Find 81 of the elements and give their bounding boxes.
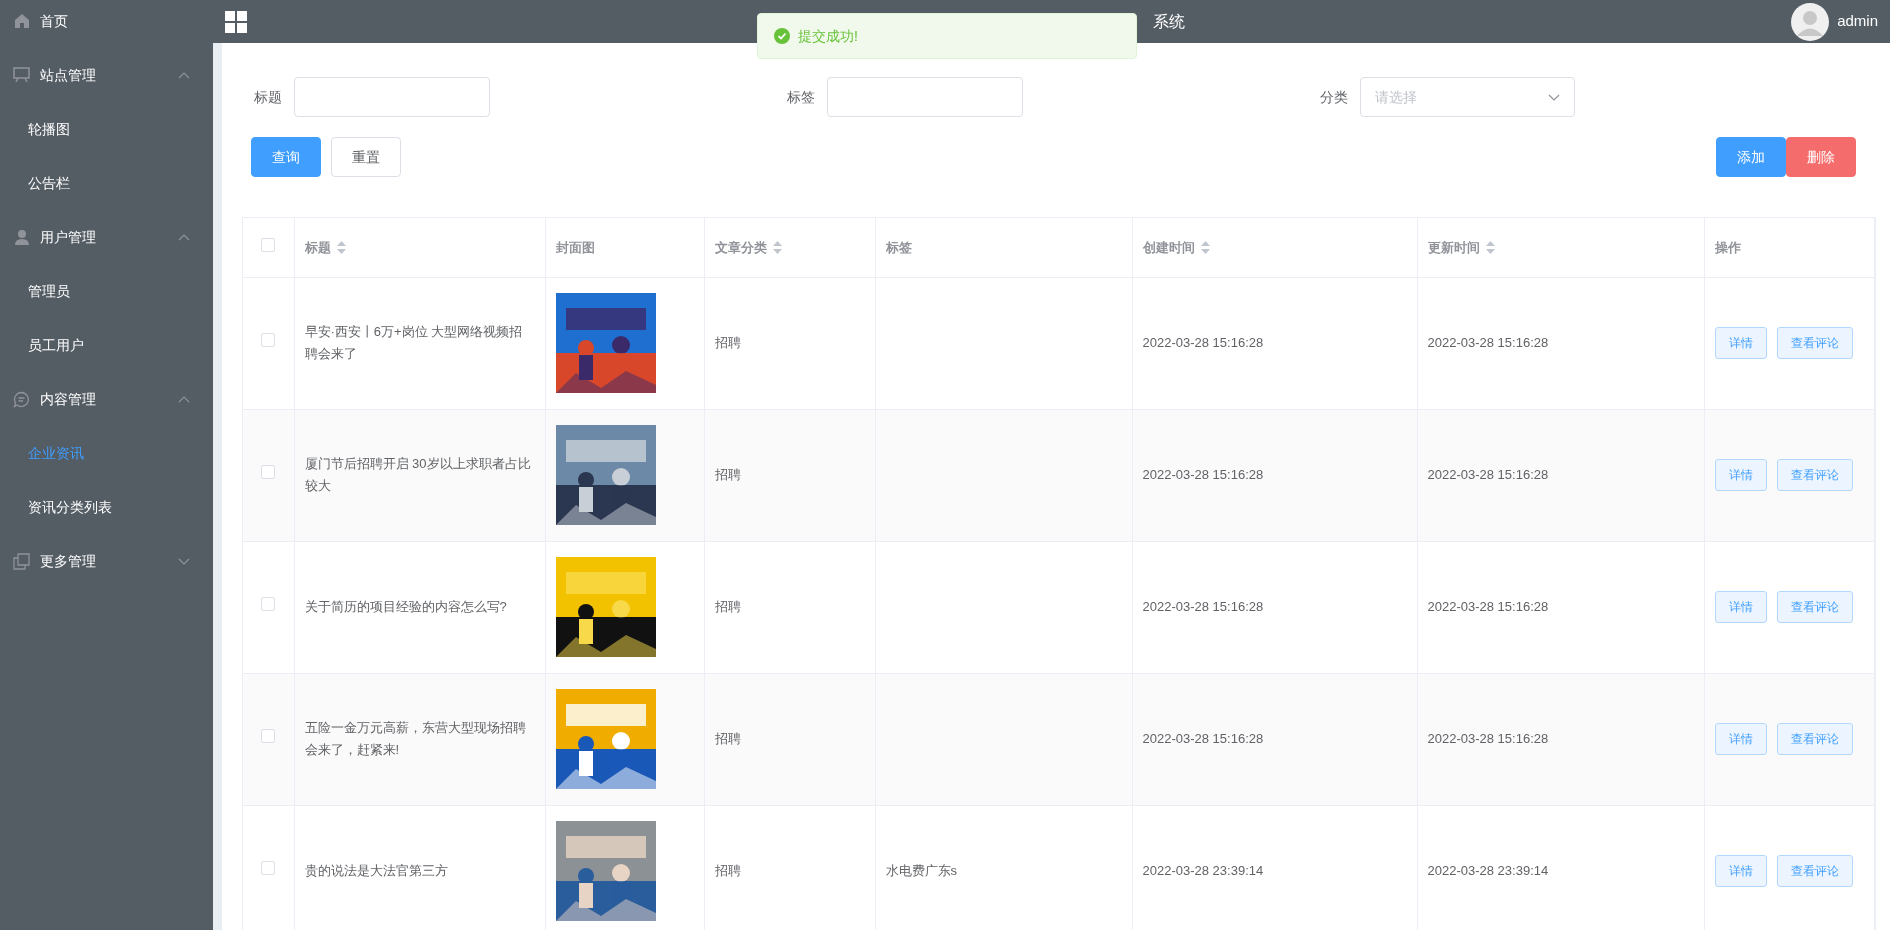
details-button[interactable]: 详情 bbox=[1714, 591, 1767, 623]
toast-message: 提交成功! bbox=[798, 26, 858, 46]
select-field[interactable]: 请选择 bbox=[1360, 77, 1575, 117]
submenu-item[interactable]: 轮播图 bbox=[0, 102, 213, 156]
home-icon bbox=[13, 13, 30, 29]
sort-icon[interactable] bbox=[772, 240, 782, 254]
table-cell: 2022-03-28 15:16:28 bbox=[1142, 599, 1264, 614]
field-label: 分类 bbox=[1320, 87, 1348, 107]
board-icon bbox=[13, 67, 30, 83]
input-field[interactable] bbox=[827, 77, 1023, 117]
submenu-item[interactable]: 资讯分类列表 bbox=[0, 480, 213, 534]
table-cell: 2022-03-28 15:16:28 bbox=[1142, 467, 1264, 482]
table-cell: 2022-03-28 15:16:28 bbox=[1427, 335, 1549, 350]
details-button[interactable]: 详情 bbox=[1714, 855, 1767, 887]
column-header: 标签 bbox=[885, 238, 912, 257]
table-cell: 厦门节后招聘开启 30岁以上求职者占比较大 bbox=[304, 456, 531, 493]
table-cell: 五险一金万元高薪，东营大型现场招聘会来了，赶紧来! bbox=[304, 720, 526, 757]
submenu-item[interactable]: 企业资讯 bbox=[0, 426, 213, 480]
table-cell: 招聘 bbox=[714, 731, 741, 746]
sort-icon[interactable] bbox=[1485, 240, 1495, 254]
table-cell: 水电费广东s bbox=[885, 863, 957, 878]
table-cell: 招聘 bbox=[714, 863, 741, 878]
table-cell: 2022-03-28 15:16:28 bbox=[1142, 335, 1264, 350]
submenu-item[interactable]: 员工用户 bbox=[0, 318, 213, 372]
user-icon bbox=[13, 229, 30, 245]
details-button[interactable]: 详情 bbox=[1714, 459, 1767, 491]
button[interactable]: 查询 bbox=[251, 137, 321, 177]
column-header: 文章分类 bbox=[714, 238, 767, 257]
chat-icon bbox=[13, 390, 30, 408]
submenu-item[interactable]: 管理员 bbox=[0, 264, 213, 318]
sort-icon[interactable] bbox=[336, 240, 346, 254]
menu-item[interactable]: 更多管理 bbox=[0, 534, 213, 588]
table-cell: 早安·西安丨6万+岗位 大型网络视频招聘会来了 bbox=[304, 324, 523, 361]
field-label: 标题 bbox=[254, 87, 282, 107]
details-button[interactable]: 详情 bbox=[1714, 723, 1767, 755]
table-cell: 2022-03-28 23:39:14 bbox=[1427, 863, 1549, 878]
column-header: 标题 bbox=[304, 238, 331, 257]
check-circle-icon bbox=[774, 28, 790, 44]
menu-item[interactable]: 内容管理 bbox=[0, 372, 213, 426]
checkbox[interactable] bbox=[261, 237, 276, 252]
checkbox[interactable] bbox=[261, 597, 276, 612]
checkbox[interactable] bbox=[261, 729, 276, 744]
column-header: 创建时间 bbox=[1142, 238, 1195, 257]
table-cell: 2022-03-28 15:16:28 bbox=[1427, 731, 1549, 746]
menu-item[interactable]: 用户管理 bbox=[0, 210, 213, 264]
checkbox[interactable] bbox=[261, 861, 276, 876]
details-button[interactable]: 详情 bbox=[1714, 327, 1767, 359]
column-header: 操作 bbox=[1714, 238, 1741, 257]
table-cell: 2022-03-28 15:16:28 bbox=[1427, 467, 1549, 482]
input-field[interactable] bbox=[294, 77, 490, 117]
table-cell: 2022-03-28 23:39:14 bbox=[1142, 863, 1264, 878]
grid-icon[interactable] bbox=[225, 10, 247, 33]
table-cell: 2022-03-28 15:16:28 bbox=[1142, 731, 1264, 746]
field-label: 标签 bbox=[787, 87, 815, 107]
chevron-icon bbox=[1548, 93, 1560, 101]
comments-button[interactable]: 查看评论 bbox=[1776, 327, 1853, 359]
comments-button[interactable]: 查看评论 bbox=[1776, 459, 1853, 491]
column-header: 更新时间 bbox=[1427, 238, 1480, 257]
user-name[interactable]: admin bbox=[1837, 10, 1878, 33]
checkbox[interactable] bbox=[261, 465, 276, 480]
table-cell: 贵的说法是大法官第三方 bbox=[304, 863, 448, 878]
table-cell: 2022-03-28 15:16:28 bbox=[1427, 599, 1549, 614]
button[interactable]: 重置 bbox=[331, 137, 401, 177]
comments-button[interactable]: 查看评论 bbox=[1776, 855, 1853, 887]
comments-button[interactable]: 查看评论 bbox=[1776, 591, 1853, 623]
table-cell: 招聘 bbox=[714, 467, 741, 482]
table-cell: 招聘 bbox=[714, 599, 741, 614]
column-header: 封面图 bbox=[555, 238, 595, 257]
submenu-item[interactable]: 公告栏 bbox=[0, 156, 213, 210]
add-button[interactable]: 添加 bbox=[1716, 137, 1786, 177]
checkbox[interactable] bbox=[261, 333, 276, 348]
app-title: 系统 bbox=[1153, 12, 1185, 32]
menu-item[interactable]: 首页 bbox=[0, 0, 213, 48]
table-cell: 招聘 bbox=[714, 335, 741, 350]
comments-button[interactable]: 查看评论 bbox=[1776, 723, 1853, 755]
copy-icon bbox=[13, 552, 30, 570]
menu-item[interactable]: 站点管理 bbox=[0, 48, 213, 102]
delete-button[interactable]: 删除 bbox=[1786, 137, 1856, 177]
avatar-icon[interactable] bbox=[1791, 2, 1830, 41]
table-cell: 关于简历的项目经验的内容怎么写? bbox=[304, 599, 507, 614]
sort-icon[interactable] bbox=[1200, 240, 1210, 254]
